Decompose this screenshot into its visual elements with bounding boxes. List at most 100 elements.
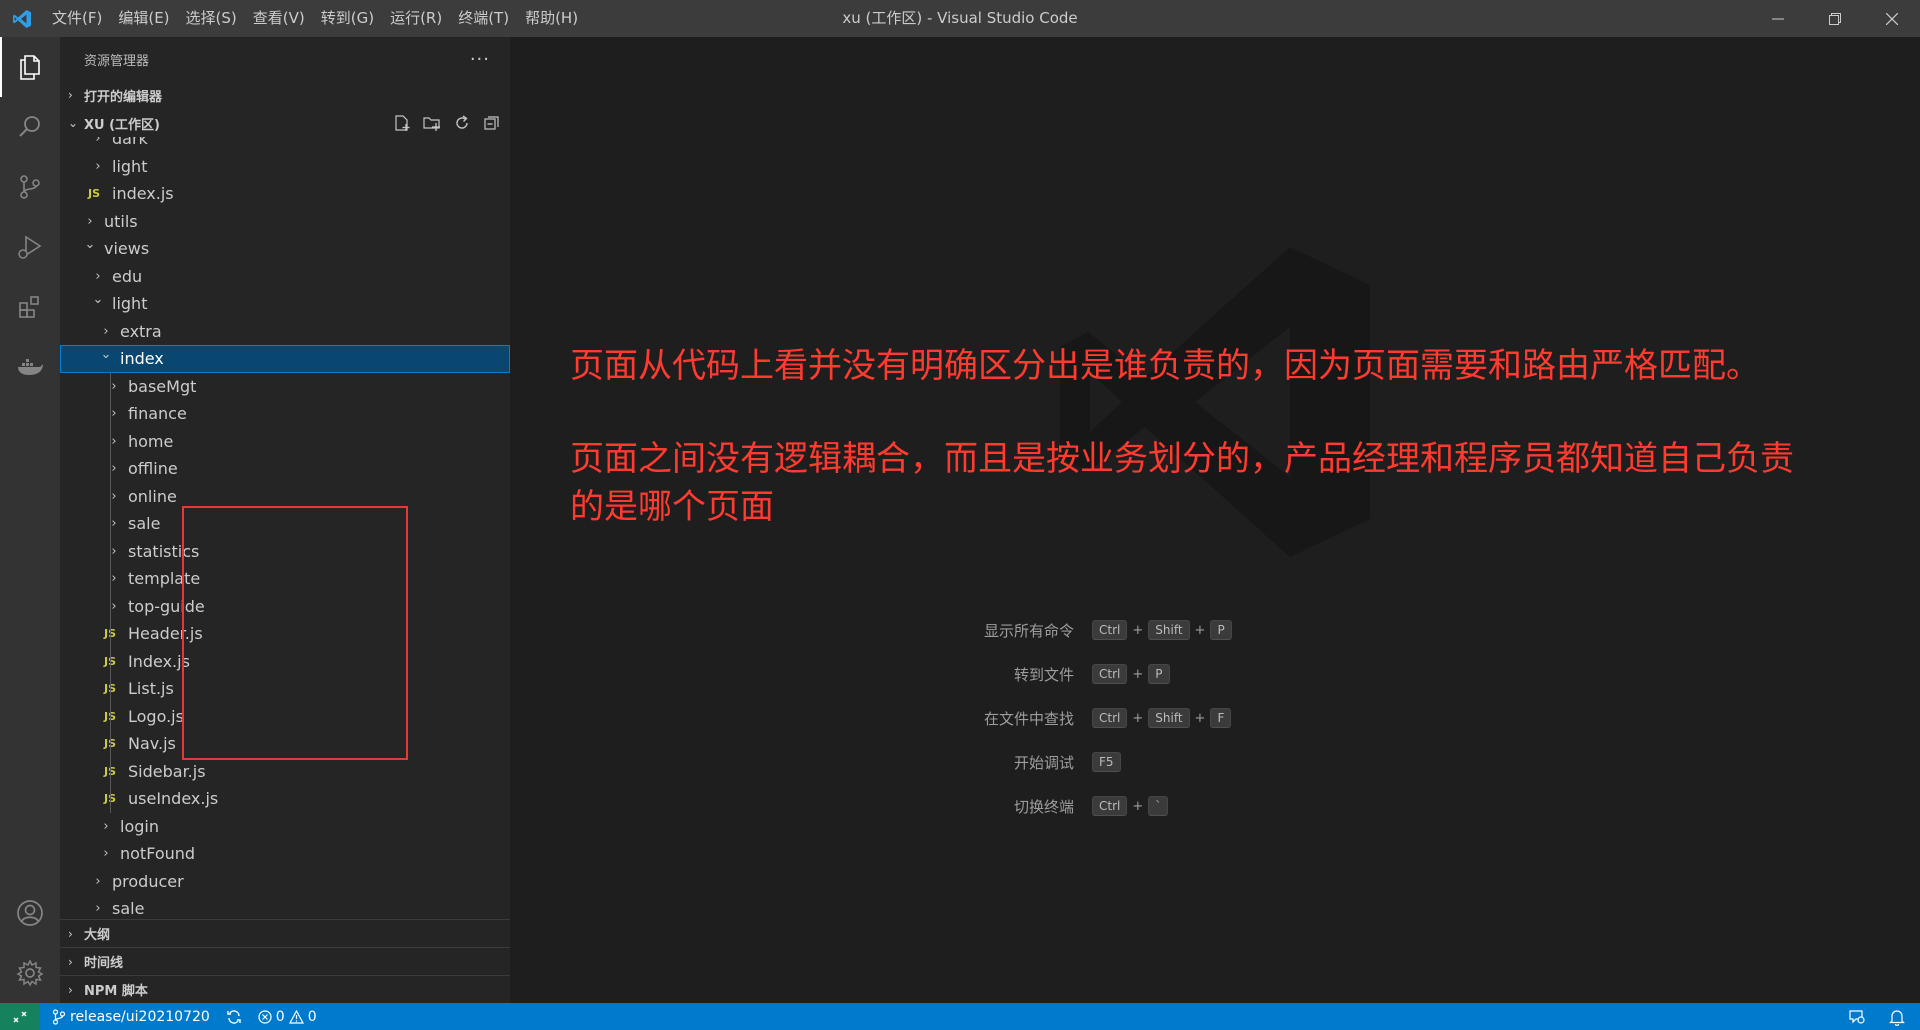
new-file-button[interactable] — [390, 111, 414, 135]
window-controls — [1749, 0, 1920, 37]
tree-folder-row[interactable]: › home — [60, 428, 510, 456]
menu-item[interactable]: 转到(G) — [313, 0, 382, 37]
tree-item-label: List.js — [128, 679, 174, 699]
feedback-icon[interactable] — [1848, 1008, 1866, 1026]
workspace-section[interactable]: ⌄ XU (工作区) — [60, 109, 510, 137]
tree-folder-row[interactable]: ⌄ index — [60, 345, 510, 373]
chevron-right-icon: › — [111, 433, 117, 449]
remote-button[interactable] — [0, 1003, 40, 1030]
source-control-button[interactable] — [0, 157, 60, 217]
settings-button[interactable] — [0, 943, 60, 1003]
shortcut-row: 显示所有命令 Ctrl + Shift + P — [940, 608, 1232, 652]
tree-item-label: sale — [128, 514, 161, 534]
branch-button[interactable]: release/ui20210720 — [40, 1003, 218, 1030]
close-button[interactable] — [1863, 0, 1920, 37]
npm-scripts-section[interactable]: › NPM 脚本 — [60, 975, 510, 1003]
collapse-all-button[interactable] — [480, 111, 504, 135]
tree-folder-row[interactable]: › online — [60, 483, 510, 511]
tree-folder-row[interactable]: › sale — [60, 510, 510, 538]
tree-file-row[interactable]: JS Logo.js — [60, 703, 510, 731]
tree-folder-row[interactable]: › offline — [60, 455, 510, 483]
docker-button[interactable] — [0, 337, 60, 397]
tree-item-label: Sidebar.js — [128, 761, 206, 781]
chevron-right-icon: › — [111, 488, 117, 504]
run-debug-button[interactable] — [0, 217, 60, 277]
tree-folder-row[interactable]: › template — [60, 565, 510, 593]
explorer-button[interactable] — [0, 37, 60, 97]
keycap: Ctrl — [1092, 620, 1128, 640]
search-button[interactable] — [0, 97, 60, 157]
tree-folder-row[interactable]: › top-guide — [60, 593, 510, 621]
tree-file-row[interactable]: JS index.js — [60, 180, 510, 208]
tree-file-row[interactable]: JS Header.js — [60, 620, 510, 648]
vscode-watermark-icon — [1060, 247, 1370, 557]
accounts-button[interactable] — [0, 883, 60, 943]
key-plus: + — [1132, 666, 1144, 682]
problems-button[interactable]: 0 0 — [250, 1003, 325, 1030]
tree-item-label: Index.js — [128, 651, 190, 671]
outline-section[interactable]: › 大纲 — [60, 919, 510, 947]
menu-item[interactable]: 运行(R) — [382, 0, 450, 37]
minimize-button[interactable] — [1749, 0, 1806, 37]
tree-folder-row[interactable]: › producer — [60, 868, 510, 896]
tree-folder-row[interactable]: › dark — [60, 137, 510, 153]
tree-folder-row[interactable]: › baseMgt — [60, 373, 510, 401]
menu-item[interactable]: 终端(T) — [450, 0, 517, 37]
tree-folder-row[interactable]: › notFound — [60, 840, 510, 868]
bell-icon[interactable] — [1888, 1008, 1906, 1026]
close-icon — [1885, 12, 1898, 25]
tree-folder-row[interactable]: › login — [60, 813, 510, 841]
open-editors-label: 打开的编辑器 — [84, 89, 163, 105]
refresh-button[interactable] — [450, 111, 474, 135]
tree-folder-row[interactable]: ⌄ light — [60, 290, 510, 318]
keycap: Shift — [1148, 620, 1190, 640]
tree-item-label: Header.js — [128, 624, 203, 644]
activity-bar — [0, 37, 60, 1003]
restore-button[interactable] — [1806, 0, 1863, 37]
timeline-section[interactable]: › 时间线 — [60, 947, 510, 975]
new-folder-button[interactable] — [420, 111, 444, 135]
error-icon — [258, 1009, 272, 1024]
tree-folder-row[interactable]: › extra — [60, 318, 510, 346]
workspace-label: XU (工作区) — [84, 117, 160, 133]
warning-count: 0 — [307, 1008, 317, 1025]
tree-folder-row[interactable]: › light — [60, 153, 510, 181]
menu-item[interactable]: 查看(V) — [245, 0, 313, 37]
tree-item-label: index — [120, 349, 164, 369]
menu-item[interactable]: 文件(F) — [44, 0, 110, 37]
shortcut-label: 开始调试 — [1013, 753, 1074, 772]
error-count: 0 — [275, 1008, 285, 1025]
tree-folder-row[interactable]: ⌄ views — [60, 235, 510, 263]
tree-file-row[interactable]: JS useIndex.js — [60, 785, 510, 813]
search-icon — [19, 116, 40, 137]
chevron-right-icon: › — [68, 954, 73, 969]
tree-folder-row[interactable]: › statistics — [60, 538, 510, 566]
tree-item-label: login — [120, 816, 159, 836]
menu-item[interactable]: 帮助(H) — [517, 0, 586, 37]
chevron-right-icon: › — [95, 158, 101, 174]
menu-bar: 文件(F) 编辑(E) 选择(S) 查看(V) 转到(G) 运行(R) 终端(T) 帮助(H) — [44, 0, 586, 37]
tree-folder-row[interactable]: › utils — [60, 208, 510, 236]
tree-folder-row[interactable]: › finance — [60, 400, 510, 428]
sync-button[interactable] — [218, 1003, 250, 1030]
tree-folder-row[interactable]: › edu — [60, 263, 510, 291]
keycap: Ctrl — [1092, 708, 1128, 728]
tree-item-label: light — [112, 156, 148, 176]
key-plus: + — [1194, 710, 1206, 726]
more-actions-button[interactable]: ··· — [470, 49, 490, 70]
tree-file-row[interactable]: JS Sidebar.js — [60, 758, 510, 786]
chevron-right-icon: › — [68, 982, 73, 997]
tree-folder-row[interactable]: › sale — [60, 895, 510, 919]
menu-item[interactable]: 选择(S) — [178, 0, 245, 37]
sidebar-header: 资源管理器 ··· — [60, 37, 510, 81]
extensions-button[interactable] — [0, 277, 60, 337]
tree-file-row[interactable]: JS Index.js — [60, 648, 510, 676]
shortcut-row: 开始调试 F5 — [940, 740, 1232, 784]
tree-item-label: Nav.js — [128, 734, 176, 754]
tree-file-row[interactable]: JS Nav.js — [60, 730, 510, 758]
js-file-icon: JS — [104, 737, 124, 750]
menu-item[interactable]: 编辑(E) — [110, 0, 177, 37]
collapse-all-icon — [484, 116, 499, 130]
open-editors-section[interactable]: › 打开的编辑器 — [60, 81, 510, 109]
tree-file-row[interactable]: JS List.js — [60, 675, 510, 703]
